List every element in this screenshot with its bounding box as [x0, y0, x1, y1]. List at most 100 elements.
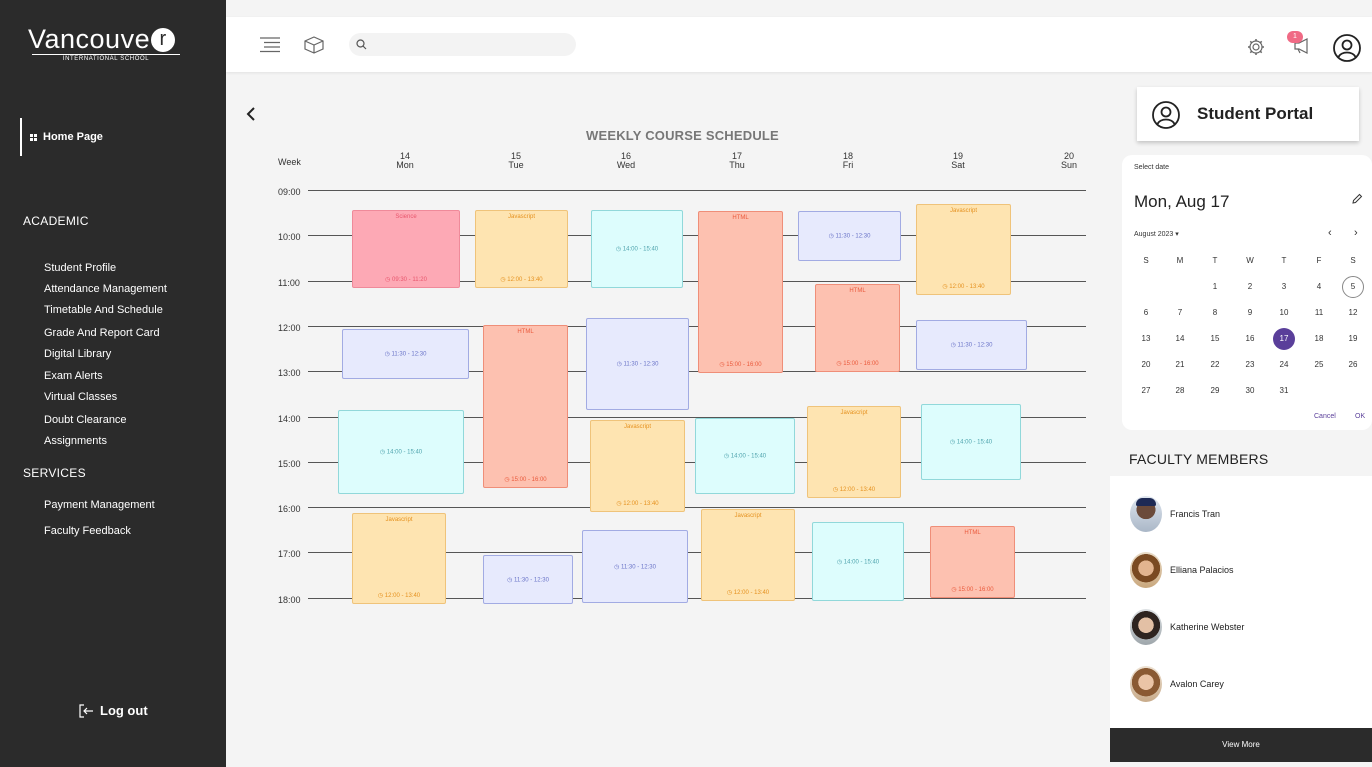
calendar-day[interactable]: 26 — [1342, 354, 1364, 376]
calendar-day[interactable]: 24 — [1273, 354, 1295, 376]
calendar-day[interactable]: 4 — [1308, 276, 1330, 298]
calendar-day[interactable]: 11 — [1308, 302, 1330, 324]
calendar-day[interactable]: 27 — [1135, 380, 1157, 402]
schedule-event[interactable]: ◷ 14:00 - 15:40 — [695, 418, 795, 494]
user-avatar-icon[interactable] — [1333, 34, 1361, 62]
sidebar-item-grades[interactable]: Grade And Report Card — [44, 327, 160, 339]
sidebar-item-timetable[interactable]: Timetable And Schedule — [44, 304, 163, 316]
logout-button[interactable]: Log out — [78, 703, 148, 718]
gear-icon[interactable] — [1247, 38, 1265, 56]
event-time: ◷ 14:00 - 15:40 — [922, 439, 1020, 446]
schedule-event[interactable]: Javascript ◷ 12:00 - 13:40 — [916, 204, 1011, 295]
calendar-day[interactable]: 23 — [1239, 354, 1261, 376]
search-input[interactable] — [373, 33, 568, 56]
sidebar-item-exam-alerts[interactable]: Exam Alerts — [44, 370, 103, 382]
schedule-event[interactable]: ◷ 11:30 - 12:30 — [798, 211, 901, 261]
faculty-member[interactable]: Elliana Palacios — [1130, 552, 1234, 588]
calendar-day[interactable]: 18 — [1308, 328, 1330, 350]
hour-label: 11:00 — [278, 277, 300, 288]
schedule-event[interactable]: Javascript ◷ 12:00 - 13:40 — [590, 420, 685, 512]
calendar-day[interactable]: 16 — [1239, 328, 1261, 350]
ok-button[interactable]: OK — [1355, 413, 1365, 420]
calendar-day[interactable]: 2 — [1239, 276, 1261, 298]
portal-title: Student Portal — [1197, 104, 1314, 123]
pencil-icon[interactable] — [1352, 193, 1363, 204]
schedule-event[interactable]: ◷ 11:30 - 12:30 — [582, 530, 688, 603]
calendar-day[interactable]: 19 — [1342, 328, 1364, 350]
cancel-button[interactable]: Cancel — [1314, 413, 1336, 420]
schedule-event[interactable]: ◷ 11:30 - 12:30 — [916, 320, 1027, 370]
schedule-event[interactable]: HTML ◷ 15:00 - 16:00 — [698, 211, 783, 373]
calendar-day[interactable]: 5 — [1342, 276, 1364, 298]
back-arrow-icon[interactable] — [245, 106, 257, 122]
faculty-member[interactable]: Avalon Carey — [1130, 666, 1224, 702]
calendar-day[interactable]: 28 — [1169, 380, 1191, 402]
student-portal-card[interactable]: Student Portal — [1137, 87, 1359, 141]
sidebar-item-virtual-classes[interactable]: Virtual Classes — [44, 391, 117, 403]
calendar-day[interactable]: 15 — [1204, 328, 1226, 350]
event-time: ◷ 12:00 - 13:40 — [702, 589, 794, 596]
schedule-event[interactable]: HTML ◷ 15:00 - 16:00 — [930, 526, 1015, 598]
month-selector[interactable]: August 2023 ▾ — [1134, 230, 1179, 238]
calendar-day[interactable]: 25 — [1308, 354, 1330, 376]
schedule-event[interactable]: ◷ 14:00 - 15:40 — [921, 404, 1021, 480]
calendar-day[interactable]: 6 — [1135, 302, 1157, 324]
calendar-day[interactable]: 13 — [1135, 328, 1157, 350]
calendar-day[interactable]: 12 — [1342, 302, 1364, 324]
calendar-day[interactable]: 14 — [1169, 328, 1191, 350]
chevron-left-icon[interactable]: ‹ — [1328, 227, 1332, 239]
calendar-day[interactable]: 10 — [1273, 302, 1295, 324]
event-title: Javascript — [949, 208, 977, 214]
schedule-event[interactable]: Javascript ◷ 12:00 - 13:40 — [352, 513, 446, 604]
sidebar-item-doubt-clearance[interactable]: Doubt Clearance — [44, 414, 127, 426]
event-title: HTML — [732, 215, 749, 221]
sidebar-item-home[interactable]: Home Page — [20, 118, 103, 156]
schedule-event[interactable]: ◷ 11:30 - 12:30 — [342, 329, 469, 379]
select-date-label: Select date — [1134, 164, 1170, 171]
cube-icon[interactable] — [304, 36, 324, 54]
calendar-day[interactable]: 21 — [1169, 354, 1191, 376]
schedule-event[interactable]: HTML ◷ 15:00 - 16:00 — [815, 284, 900, 372]
hour-label: 09:00 — [278, 187, 301, 197]
logo-letter: r — [151, 28, 176, 52]
calendar-day[interactable]: 1 — [1204, 276, 1226, 298]
calendar-day[interactable]: 3 — [1273, 276, 1295, 298]
calendar-day[interactable]: 7 — [1169, 302, 1191, 324]
faculty-member[interactable]: Francis Tran — [1130, 496, 1220, 532]
schedule-event[interactable]: ◷ 11:30 - 12:30 — [483, 555, 573, 604]
faculty-member[interactable]: Katherine Webster — [1130, 609, 1244, 645]
sidebar-item-student-profile[interactable]: Student Profile — [44, 262, 116, 274]
schedule-event[interactable]: ◷ 14:00 - 15:40 — [338, 410, 464, 494]
chevron-right-icon[interactable]: › — [1354, 227, 1358, 239]
schedule-event[interactable]: Science ◷ 09:30 - 11:20 — [352, 210, 460, 288]
calendar-day[interactable]: 31 — [1273, 380, 1295, 402]
sidebar-item-payment[interactable]: Payment Management — [44, 499, 155, 511]
calendar-day[interactable]: 22 — [1204, 354, 1226, 376]
calendar-day[interactable]: 30 — [1239, 380, 1261, 402]
menu-icon[interactable] — [260, 37, 280, 53]
calendar-day[interactable]: 8 — [1204, 302, 1226, 324]
sidebar-item-library[interactable]: Digital Library — [44, 348, 111, 360]
schedule-event[interactable]: Javascript ◷ 12:00 - 13:40 — [475, 210, 568, 288]
schedule-event[interactable]: ◷ 14:00 - 15:40 — [812, 522, 904, 601]
calendar-day[interactable]: 20 — [1135, 354, 1157, 376]
calendar-day[interactable]: 17 — [1273, 328, 1295, 350]
avatar — [1130, 609, 1162, 645]
calendar-day[interactable]: 29 — [1204, 380, 1226, 402]
search-icon — [356, 39, 367, 50]
event-time: ◷ 15:00 - 16:00 — [816, 360, 899, 367]
search-bar[interactable] — [349, 33, 576, 56]
schedule-event[interactable]: Javascript ◷ 12:00 - 13:40 — [701, 509, 795, 601]
view-more-button[interactable]: View More — [1110, 728, 1372, 762]
sidebar-item-attendance[interactable]: Attendance Management — [44, 283, 167, 295]
schedule-event[interactable]: ◷ 11:30 - 12:30 — [586, 318, 689, 410]
schedule-event[interactable]: ◷ 14:00 - 15:40 — [591, 210, 683, 288]
event-time: ◷ 14:00 - 15:40 — [592, 246, 682, 253]
schedule-event[interactable]: Javascript ◷ 12:00 - 13:40 — [807, 406, 901, 498]
schedule-event[interactable]: HTML ◷ 15:00 - 16:00 — [483, 325, 568, 488]
sidebar-item-faculty-feedback[interactable]: Faculty Feedback — [44, 525, 131, 537]
weekday-header: W — [1246, 256, 1254, 265]
sidebar-item-assignments[interactable]: Assignments — [44, 435, 107, 447]
event-title: HTML — [517, 329, 534, 335]
calendar-day[interactable]: 9 — [1239, 302, 1261, 324]
